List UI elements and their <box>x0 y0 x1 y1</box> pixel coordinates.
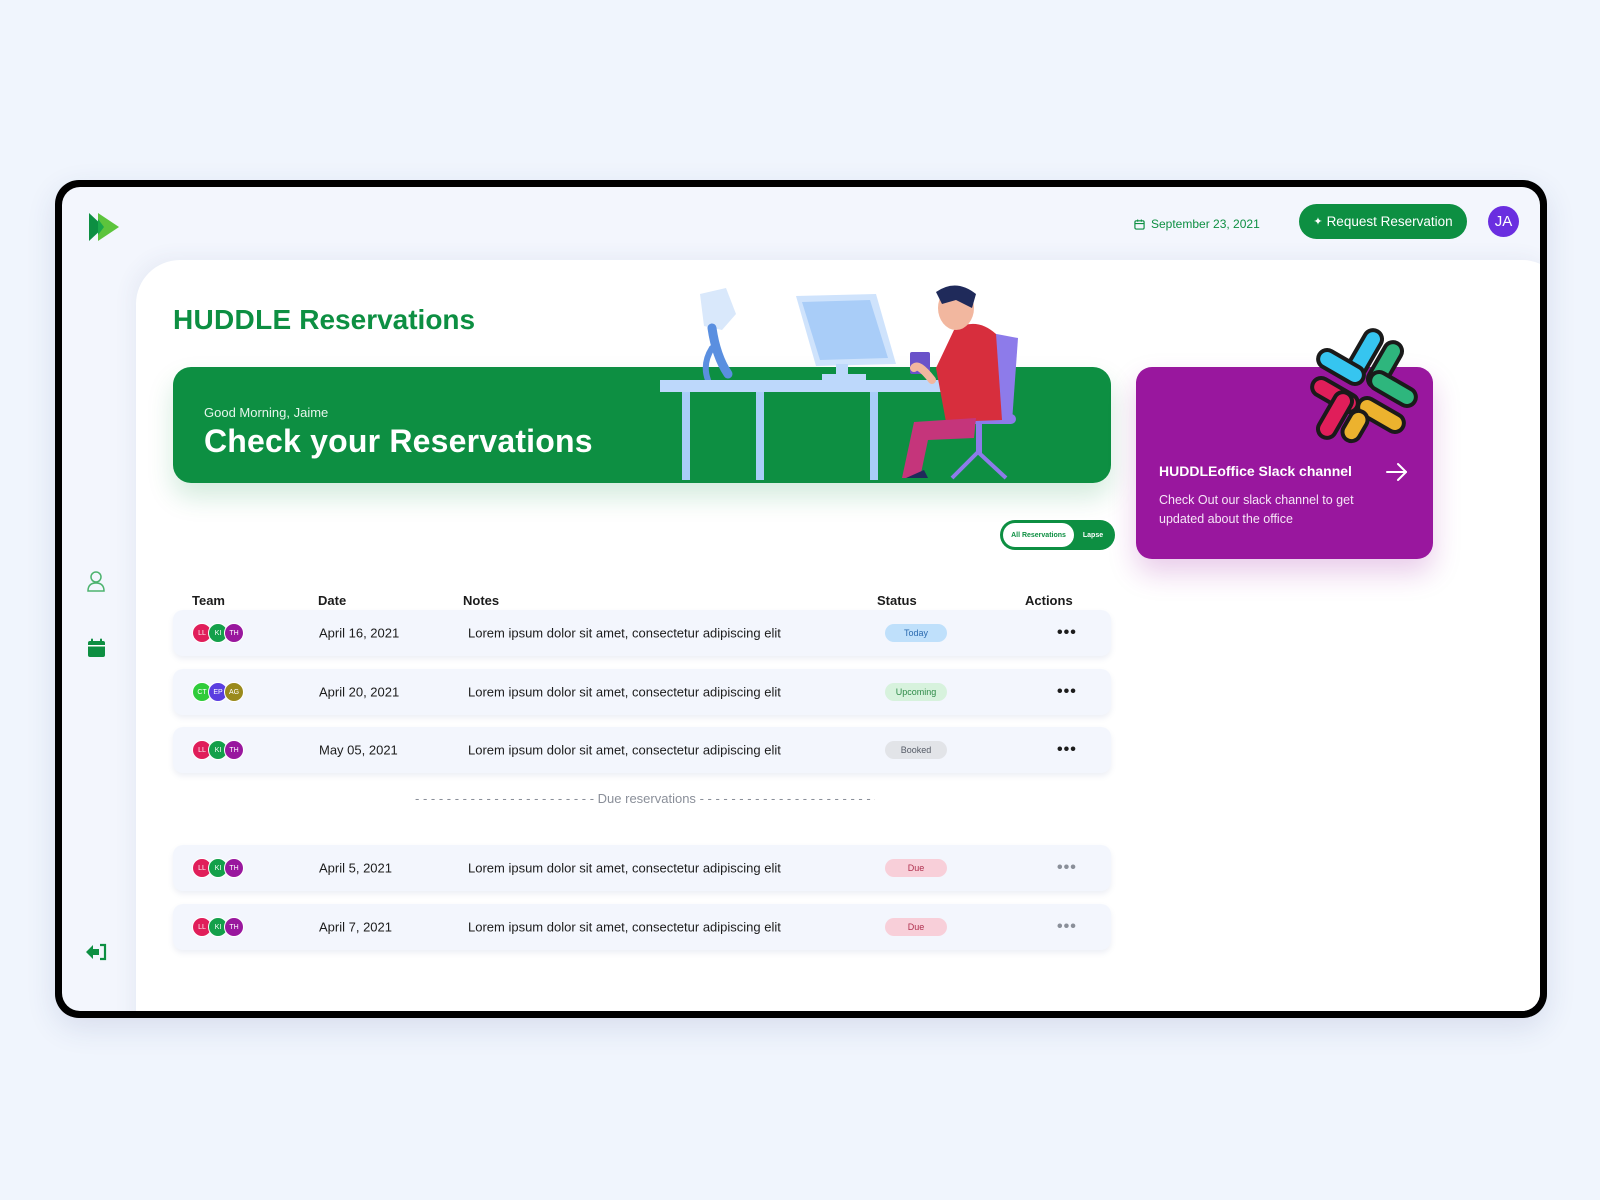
slack-logo-icon <box>1310 328 1418 444</box>
user-avatar[interactable]: JA <box>1488 206 1519 237</box>
more-dots-icon[interactable]: ••• <box>1057 860 1077 876</box>
team-member-avatar: TH <box>224 623 244 643</box>
desk-illustration <box>660 285 1018 480</box>
play-logo-icon[interactable] <box>86 209 122 245</box>
filter-all-reservations[interactable]: All Reservations <box>1003 523 1074 547</box>
page-title-brand: HUDDLE <box>173 304 292 335</box>
user-icon <box>87 571 105 592</box>
calendar-icon <box>87 638 105 657</box>
reservation-notes: Lorem ipsum dolor sit amet, consectetur … <box>468 860 781 876</box>
page-title: HUDDLE Reservations <box>173 304 475 336</box>
reservation-date: April 20, 2021 <box>319 684 400 700</box>
team-member-avatar: AG <box>224 682 244 702</box>
more-dots-icon[interactable]: ••• <box>1057 625 1077 641</box>
team-member-avatar: TH <box>224 740 244 760</box>
calendar-icon <box>1134 218 1145 230</box>
page-title-rest: Reservations <box>299 304 476 335</box>
sidebar-item-profile[interactable] <box>84 569 108 593</box>
team-member-avatar: TH <box>224 858 244 878</box>
reservation-notes: Lorem ipsum dolor sit amet, consectetur … <box>468 684 781 700</box>
team-avatars: LL KI TH <box>192 623 244 643</box>
current-date-text: September 23, 2021 <box>1151 217 1260 231</box>
status-badge: Due <box>885 859 947 877</box>
status-badge: Today <box>885 624 947 642</box>
more-dots-icon[interactable]: ••• <box>1057 919 1077 935</box>
arrow-right-icon[interactable] <box>1384 459 1410 485</box>
table-row[interactable]: LL KI TH May 05, 2021 Lorem ipsum dolor sit … <box>173 727 1111 773</box>
reservation-notes: Lorem ipsum dolor sit amet, consectetur … <box>468 742 781 758</box>
sign-out-icon <box>86 943 107 961</box>
reservation-notes: Lorem ipsum dolor sit amet, consectetur … <box>468 919 781 935</box>
due-table-row[interactable]: LL KI TH April 7, 2021 Lorem ipsum dolor sit… <box>173 904 1111 950</box>
status-badge: Upcoming <box>885 683 947 701</box>
team-avatars: LL KI TH <box>192 917 244 937</box>
banner-title: Check your Reservations <box>204 423 593 459</box>
main-panel: HUDDLE Reservations Good Morning, Jaime … <box>136 260 1540 1011</box>
due-reservations-label: Due reservations <box>597 791 696 806</box>
reservation-date: April 7, 2021 <box>319 919 392 935</box>
column-header-team: Team <box>192 593 225 608</box>
table-row[interactable]: LL KI TH April 16, 2021 Lorem ipsum dolor si… <box>173 610 1111 656</box>
more-dots-icon[interactable]: ••• <box>1057 684 1077 700</box>
team-avatars: LL KI TH <box>192 858 244 878</box>
status-badge: Booked <box>885 741 947 759</box>
reservation-notes: Lorem ipsum dolor sit amet, consectetur … <box>468 625 781 641</box>
due-table-row[interactable]: LL KI TH April 5, 2021 Lorem ipsum dolor sit… <box>173 845 1111 891</box>
device-frame: September 23, 2021 ✦ Request Reservation… <box>55 180 1547 1018</box>
user-initials: JA <box>1494 213 1513 230</box>
reservation-date: April 5, 2021 <box>319 860 392 876</box>
filter-lapse[interactable]: Lapse <box>1074 532 1112 539</box>
status-badge: Due <box>885 918 947 936</box>
team-member-avatar: TH <box>224 917 244 937</box>
app-screen: September 23, 2021 ✦ Request Reservation… <box>62 187 1540 1011</box>
reservation-filter-toggle[interactable]: All Reservations Lapse <box>1000 520 1115 550</box>
column-header-actions: Actions <box>1025 593 1073 608</box>
table-row[interactable]: CT EP AG April 20, 2021 Lorem ipsum dolor si… <box>173 669 1111 715</box>
team-avatars: CT EP AG <box>192 682 244 702</box>
column-header-date: Date <box>318 593 347 608</box>
slack-card-description: Check Out our slack channel to get updat… <box>1159 493 1354 526</box>
request-reservation-button[interactable]: ✦ Request Reservation <box>1299 204 1467 239</box>
team-avatars: LL KI TH <box>192 740 244 760</box>
sidebar-item-reservations[interactable] <box>84 636 108 660</box>
greeting-text: Good Morning, Jaime <box>204 405 329 420</box>
divider-line: - - - - - - - - - - - - - - - - - - - - … <box>415 791 598 806</box>
plus-icon: ✦ <box>1313 216 1323 228</box>
request-reservation-label: Request Reservation <box>1326 214 1453 229</box>
sidebar-item-logout[interactable] <box>84 940 108 964</box>
reservation-date: April 16, 2021 <box>319 625 400 641</box>
current-date: September 23, 2021 <box>1134 217 1260 231</box>
divider-line: - - - - - - - - - - - - - - - - - - - - … <box>699 791 875 806</box>
more-dots-icon[interactable]: ••• <box>1057 742 1077 758</box>
column-header-notes: Notes <box>463 593 500 608</box>
due-reservations-divider: - - - - - - - - - - - - - - - - - - - - … <box>415 791 875 806</box>
reservation-date: May 05, 2021 <box>319 742 398 758</box>
slack-card-title: HUDDLEoffice Slack channel <box>1159 463 1352 479</box>
column-header-status: Status <box>877 593 917 608</box>
